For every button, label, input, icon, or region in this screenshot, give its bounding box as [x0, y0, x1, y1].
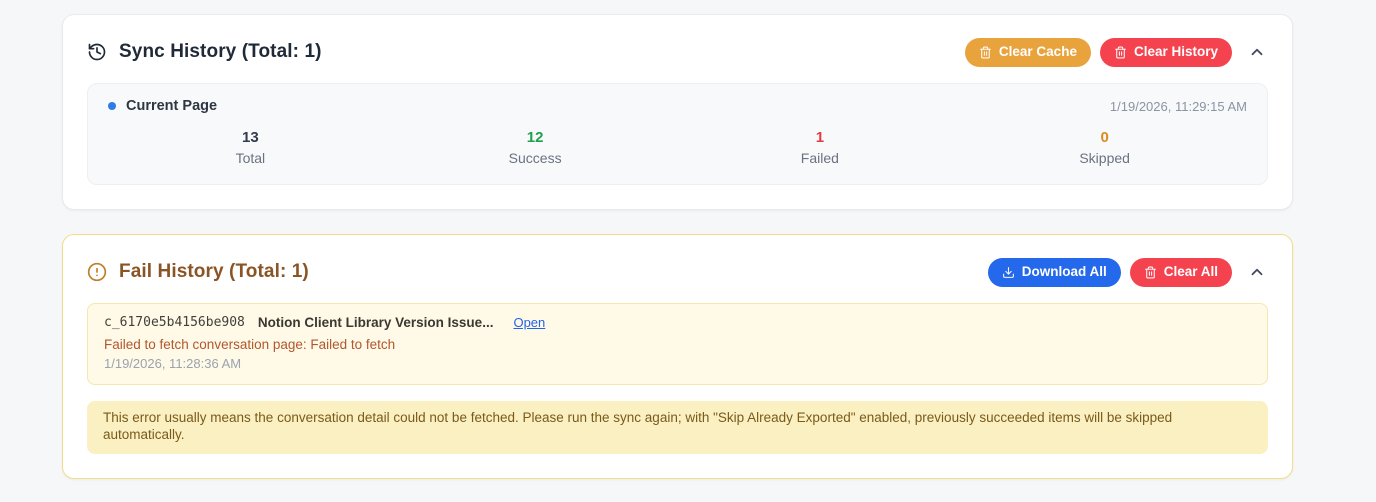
collapse-sync-history-button[interactable] [1246, 41, 1268, 63]
fail-error-message: Failed to fetch conversation page: Faile… [104, 337, 396, 352]
sync-history-title-group: Sync History (Total: 1) [87, 41, 322, 63]
current-page-panel-header: Current Page 1/19/2026, 11:29:15 AM [108, 98, 1247, 114]
fail-history-title-group: Fail History (Total: 1) [87, 261, 309, 283]
fail-timestamp: 1/19/2026, 11:28:36 AM [104, 356, 242, 371]
sync-stats-row: 13 Total 12 Success 1 Failed 0 Skipped [108, 129, 1247, 166]
sync-history-header: Sync History (Total: 1) Clear Cache Clea… [87, 37, 1268, 67]
fail-history-actions: Download All Clear All [987, 257, 1268, 287]
sync-history-card: Sync History (Total: 1) Clear Cache Clea… [62, 14, 1293, 210]
fail-history-title: Fail History (Total: 1) [119, 261, 309, 282]
sync-timestamp: 1/19/2026, 11:29:15 AM [1109, 98, 1247, 114]
stat-total-value: 13 [242, 129, 259, 146]
history-icon [87, 42, 107, 62]
clear-all-label: Clear All [1163, 264, 1218, 280]
stat-total-label: Total [235, 150, 266, 166]
error-explanation-note: This error usually means the conversatio… [87, 401, 1268, 454]
download-all-label: Download All [1021, 264, 1107, 280]
fail-item-header-line: c_6170e5b4156be908 Notion Client Library… [104, 315, 1251, 330]
stat-skipped: 0 Skipped [962, 129, 1247, 166]
chevron-up-icon [1248, 263, 1266, 281]
stat-success-label: Success [508, 150, 562, 166]
sync-history-actions: Clear Cache Clear History [964, 37, 1268, 67]
stat-success: 12 Success [393, 129, 678, 166]
stat-failed-label: Failed [800, 150, 839, 166]
collapse-fail-history-button[interactable] [1246, 261, 1268, 283]
conversation-title: Notion Client Library Version Issue... [257, 315, 494, 330]
download-all-button[interactable]: Download All [987, 257, 1121, 287]
page: Sync History (Total: 1) Clear Cache Clea… [0, 0, 1376, 479]
scope-label: Current Page [126, 98, 218, 114]
current-page-panel: Current Page 1/19/2026, 11:29:15 AM 13 T… [87, 83, 1268, 185]
fail-history-card: Fail History (Total: 1) Download All Cle… [62, 234, 1293, 479]
scope-indicator: Current Page [108, 98, 217, 114]
stat-skipped-label: Skipped [1079, 150, 1130, 166]
trash-icon [1144, 266, 1157, 279]
clear-cache-label: Clear Cache [998, 44, 1077, 60]
stat-skipped-value: 0 [1100, 129, 1109, 146]
stat-success-value: 12 [526, 129, 544, 146]
chevron-up-icon [1248, 43, 1266, 61]
stat-total: 13 Total [108, 129, 393, 166]
clear-history-button[interactable]: Clear History [1099, 37, 1232, 67]
download-icon [1002, 266, 1015, 279]
conversation-id: c_6170e5b4156be908 [104, 315, 245, 330]
alert-circle-icon [87, 262, 107, 282]
fail-history-header: Fail History (Total: 1) Download All Cle… [87, 257, 1268, 287]
open-link[interactable]: Open [513, 315, 545, 330]
trash-icon [979, 46, 992, 59]
fail-item: c_6170e5b4156be908 Notion Client Library… [87, 303, 1268, 385]
clear-all-button[interactable]: Clear All [1129, 257, 1232, 287]
clear-cache-button[interactable]: Clear Cache [964, 37, 1091, 67]
blue-dot-icon [108, 102, 116, 110]
sync-history-title: Sync History (Total: 1) [119, 41, 322, 62]
clear-history-label: Clear History [1133, 44, 1218, 60]
trash-icon [1114, 46, 1127, 59]
stat-failed: 1 Failed [678, 129, 963, 166]
stat-failed-value: 1 [815, 129, 825, 146]
